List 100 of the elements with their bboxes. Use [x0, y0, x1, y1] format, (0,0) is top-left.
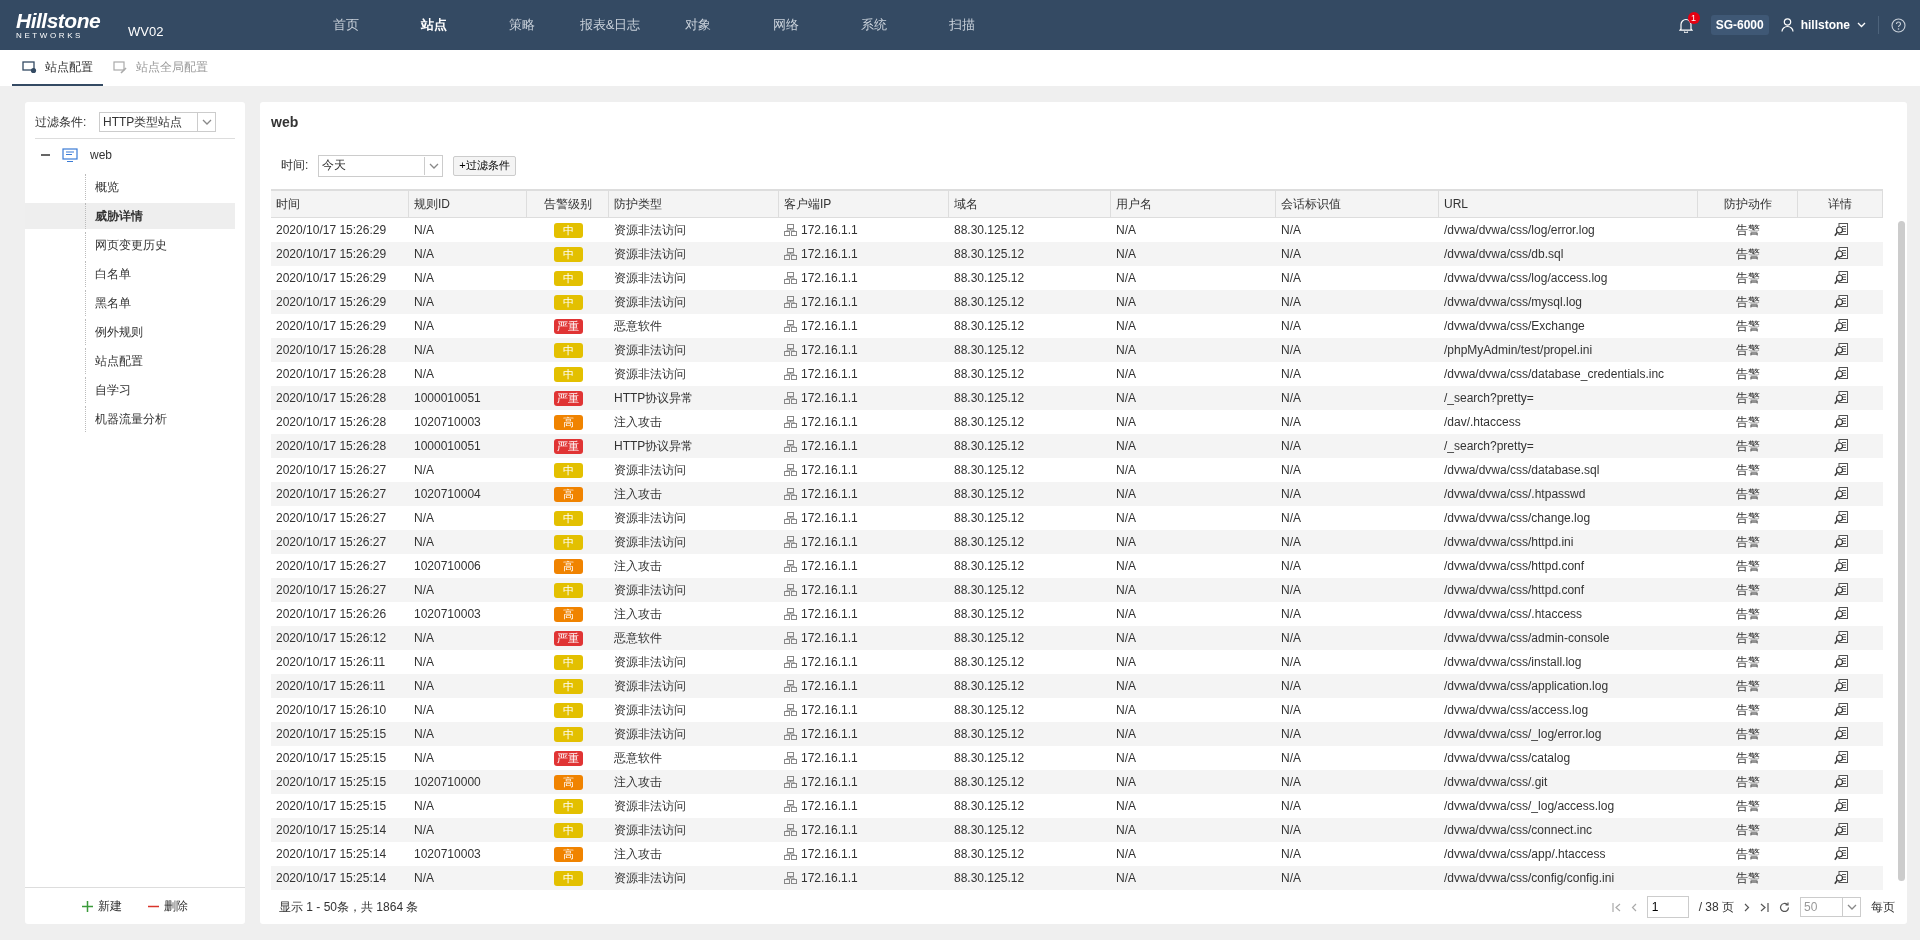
search-detail-icon[interactable]	[1833, 271, 1848, 286]
nav-item[interactable]: 首页	[302, 0, 390, 50]
search-detail-icon[interactable]	[1833, 319, 1848, 334]
table-cell: 告警	[1736, 533, 1760, 551]
search-detail-icon[interactable]	[1833, 343, 1848, 358]
tree-item[interactable]: 黑名单	[25, 290, 235, 316]
search-detail-icon[interactable]	[1833, 295, 1848, 310]
table-cell-text: 注入攻击	[613, 773, 663, 791]
user-name[interactable]: hillstone	[1800, 18, 1850, 32]
tab[interactable]: 站点配置	[12, 50, 103, 86]
column-header: 用户名	[1111, 191, 1276, 218]
search-detail-icon[interactable]	[1833, 799, 1848, 814]
table-cell-text: N/A	[1280, 415, 1302, 430]
time-select[interactable]: 今天	[318, 154, 444, 177]
delete-button[interactable]: 删除	[142, 896, 194, 916]
table-cell-text: N/A	[1280, 823, 1302, 838]
table-cell-text: N/A	[1280, 727, 1302, 742]
search-detail-icon[interactable]	[1833, 535, 1848, 550]
search-detail-icon[interactable]	[1833, 703, 1848, 718]
severity-tag: 高	[553, 486, 583, 502]
tree-item[interactable]: 例外规则	[25, 319, 235, 345]
logo-subtitle: NETWORKS	[16, 32, 85, 40]
search-detail-icon[interactable]	[1833, 607, 1848, 622]
next-page-icon[interactable]	[1744, 902, 1750, 912]
column-header: 时间	[271, 191, 409, 218]
table-cell-text: N/A	[1280, 607, 1302, 622]
caret-icon[interactable]	[1857, 22, 1866, 28]
table-cell-text: /dvwa/dvwa/css/_log/access.log	[1443, 799, 1616, 814]
table-cell: 172.16.1.1	[801, 727, 858, 742]
new-button[interactable]: 新建	[76, 896, 128, 916]
table-cell-text: 1000010051	[413, 391, 482, 406]
table-cell-text: 88.30.125.12	[953, 463, 1026, 478]
add-filter-button[interactable]: +过滤条件	[453, 155, 516, 176]
table-cell-text: /dvwa/dvwa/css/httpd.conf	[1443, 583, 1586, 598]
search-detail-icon[interactable]	[1833, 247, 1848, 262]
table-cell-text: 资源非法访问	[613, 245, 687, 263]
search-detail-icon[interactable]	[1833, 679, 1848, 694]
search-detail-icon[interactable]	[1833, 775, 1848, 790]
table-cell: 172.16.1.1	[801, 607, 858, 622]
severity-tag: 严重	[553, 750, 583, 766]
per-page-label: 每页	[1871, 898, 1895, 916]
table-cell-text: 88.30.125.12	[953, 679, 1026, 694]
network-icon	[784, 440, 797, 453]
search-detail-icon[interactable]	[1833, 439, 1848, 454]
nav-item[interactable]: 网络	[742, 0, 830, 50]
table-cell-text: 88.30.125.12	[953, 535, 1026, 550]
search-detail-icon[interactable]	[1833, 415, 1848, 430]
severity-tag: 中	[553, 726, 583, 742]
search-detail-icon[interactable]	[1833, 487, 1848, 502]
table-cell-text: 2020/10/17 15:26:26	[275, 607, 388, 622]
nav-item[interactable]: 报表&日志	[566, 0, 654, 50]
nav-item[interactable]: 策略	[478, 0, 566, 50]
table-cell-text: 88.30.125.12	[953, 319, 1026, 334]
table-cell-text: 2020/10/17 15:26:27	[275, 559, 388, 574]
refresh-icon[interactable]	[1779, 901, 1790, 913]
table-cell-text: N/A	[1115, 343, 1137, 358]
table-cell-text: 2020/10/17 15:25:15	[275, 751, 388, 766]
table-cell-text: 2020/10/17 15:26:28	[275, 439, 388, 454]
nav-item[interactable]: 系统	[830, 0, 918, 50]
search-detail-icon[interactable]	[1833, 823, 1848, 838]
table-cell-text: N/A	[413, 823, 435, 838]
search-detail-icon[interactable]	[1833, 847, 1848, 862]
filter-select[interactable]: HTTP类型站点	[99, 112, 216, 132]
tree-node[interactable]: web	[90, 148, 112, 162]
table-cell-text: 2020/10/17 15:26:27	[275, 487, 388, 502]
network-icon	[784, 680, 797, 693]
search-detail-icon[interactable]	[1833, 559, 1848, 574]
tree-item[interactable]: 自学习	[25, 377, 235, 403]
tree-item[interactable]: 机器流量分析	[25, 406, 235, 432]
tree-item[interactable]: 网页变更历史	[25, 232, 235, 258]
table-cell-text: 2020/10/17 15:26:28	[275, 415, 388, 430]
search-detail-icon[interactable]	[1833, 631, 1848, 646]
nav-item[interactable]: 扫描	[918, 0, 1006, 50]
search-detail-icon[interactable]	[1833, 223, 1848, 238]
search-detail-icon[interactable]	[1833, 391, 1848, 406]
last-page-icon[interactable]	[1760, 902, 1769, 912]
panel-title: web	[271, 113, 300, 132]
search-detail-icon[interactable]	[1833, 367, 1848, 382]
table-cell: 告警	[1736, 221, 1760, 239]
search-detail-icon[interactable]	[1833, 655, 1848, 670]
tree-item[interactable]: 站点配置	[25, 348, 235, 374]
search-detail-icon[interactable]	[1833, 751, 1848, 766]
table-cell: 172.16.1.1	[801, 847, 858, 862]
nav-item[interactable]: 对象	[654, 0, 742, 50]
search-detail-icon[interactable]	[1833, 583, 1848, 598]
tree-item[interactable]: 白名单	[25, 261, 235, 287]
table-cell: 172.16.1.1	[801, 295, 858, 310]
bell-icon[interactable]	[1678, 17, 1693, 33]
table-cell-text: 88.30.125.12	[953, 823, 1026, 838]
search-detail-icon[interactable]	[1833, 727, 1848, 742]
table-cell-text: N/A	[1280, 367, 1302, 382]
table-cell: 告警	[1736, 461, 1760, 479]
nav-item[interactable]: 站点	[390, 0, 478, 50]
search-detail-icon[interactable]	[1833, 463, 1848, 478]
page-input[interactable]: 1	[1646, 896, 1689, 919]
tree-item[interactable]: 概览	[25, 174, 235, 200]
search-detail-icon[interactable]	[1833, 871, 1848, 886]
search-detail-icon[interactable]	[1833, 511, 1848, 526]
tree-item[interactable]: 威胁详情	[25, 203, 235, 229]
help-icon[interactable]	[1891, 17, 1906, 33]
